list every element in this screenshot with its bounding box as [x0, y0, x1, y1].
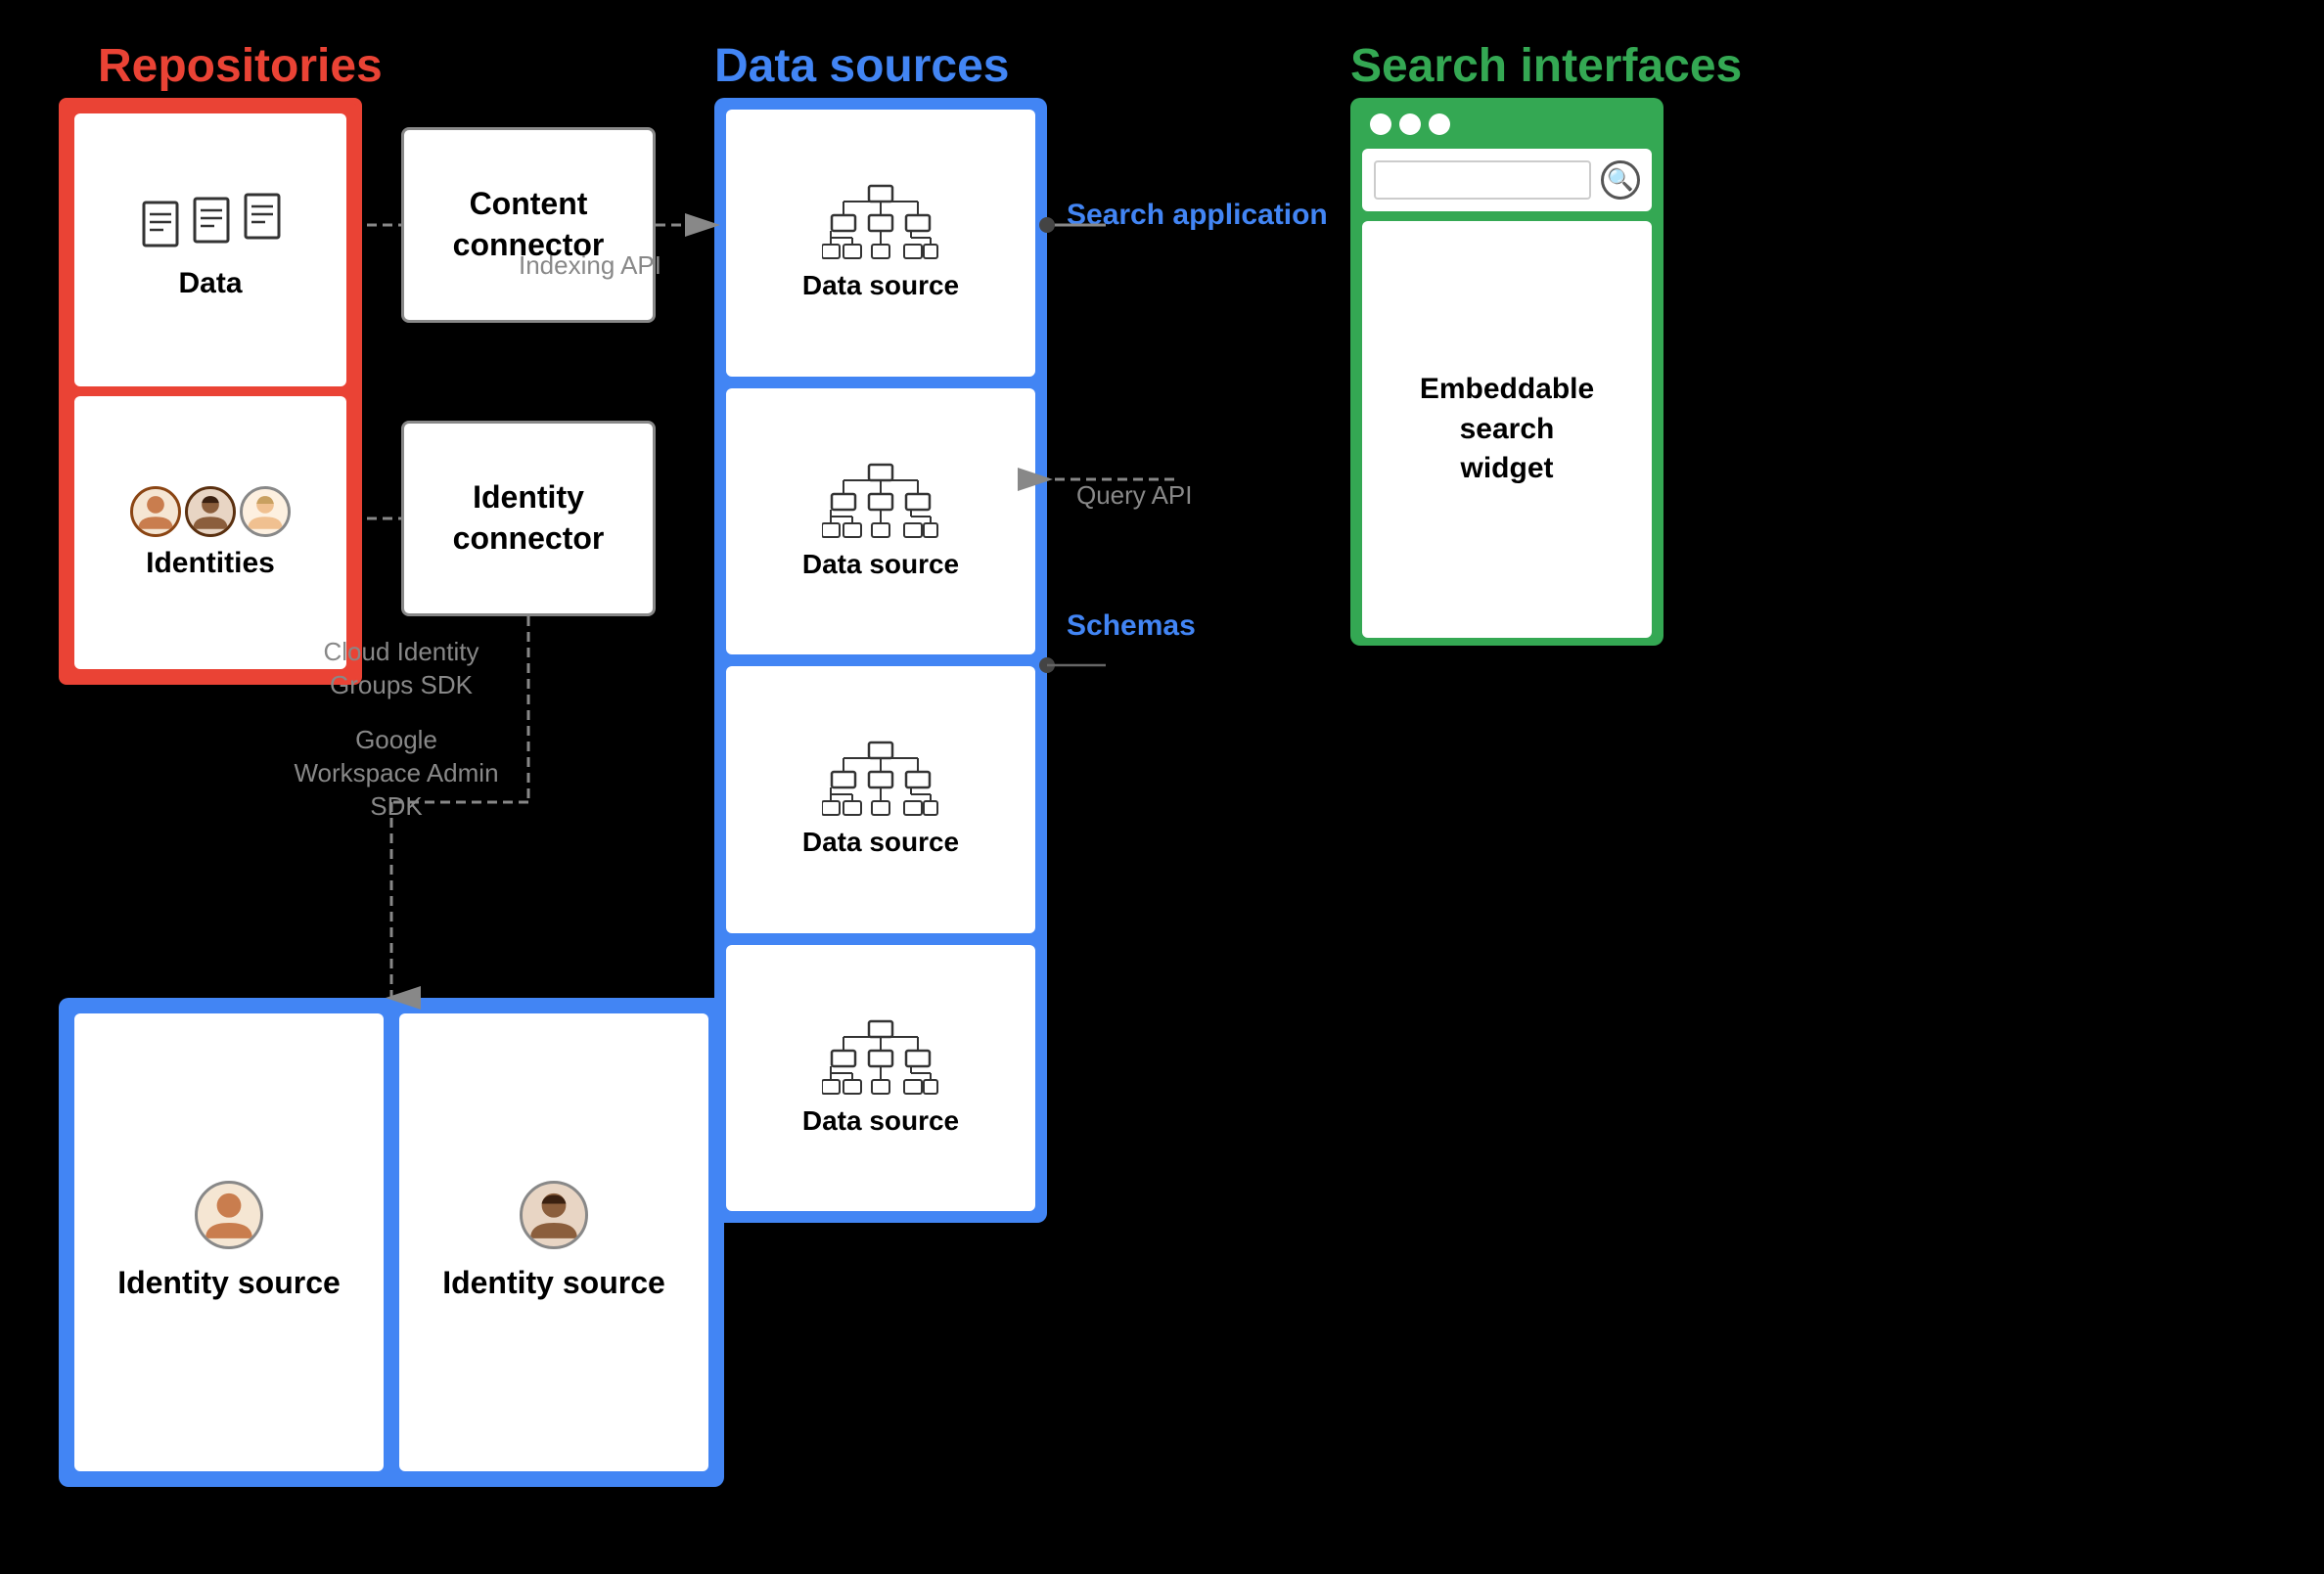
identity-source-person-1 [195, 1181, 263, 1249]
identity-connector-box: Identity connector [401, 421, 656, 616]
datasource-box-3-label: Data source [802, 827, 959, 858]
search-icon: 🔍 [1601, 160, 1640, 200]
identity-icons [130, 486, 291, 537]
doc-icon-1 [140, 201, 187, 257]
google-workspace-label: Google Workspace Admin SDK [289, 724, 504, 823]
identity-connector-label: Identity connector [404, 477, 653, 559]
query-api-label: Query API [1076, 479, 1193, 513]
embeddable-label: Embeddablesearchwidget [1420, 370, 1594, 489]
search-input-field[interactable] [1374, 160, 1591, 200]
identity-source-box-2: Identity source [399, 1013, 708, 1471]
identity-source-1-label: Identity source [117, 1263, 341, 1304]
diagram-container: Repositories Data sources Search interfa… [0, 0, 2324, 1574]
datasource-box-3: Data source [726, 666, 1035, 933]
person-icon-2 [185, 486, 236, 537]
traffic-dot-1 [1370, 113, 1391, 135]
search-application-label: Search application [1067, 196, 1328, 234]
identity-source-box-1: Identity source [74, 1013, 384, 1471]
schemas-label: Schemas [1067, 607, 1196, 645]
indexing-api-label: Indexing API [519, 249, 661, 283]
datasource-box-4-label: Data source [802, 1105, 959, 1137]
embeddable-search-widget-box: Embeddablesearchwidget [1362, 221, 1652, 638]
search-top-bar [1362, 110, 1652, 139]
doc-icon-2 [187, 193, 234, 249]
repositories-box: Data [59, 98, 362, 685]
datasource-box-1: Data source [726, 110, 1035, 377]
person-icon-1 [130, 486, 181, 537]
datasource-box-4: Data source [726, 945, 1035, 1212]
traffic-dot-3 [1429, 113, 1450, 135]
org-chart-icon-3 [822, 741, 939, 819]
search-bar-box: 🔍 [1362, 149, 1652, 211]
org-chart-icon-1 [822, 184, 939, 262]
traffic-dot-2 [1399, 113, 1421, 135]
datasource-box-2: Data source [726, 388, 1035, 655]
datasource-box-1-label: Data source [802, 270, 959, 301]
data-icons [140, 201, 281, 257]
identities-box-label: Identities [146, 547, 275, 580]
data-box-label: Data [178, 267, 242, 300]
org-chart-icon-4 [822, 1019, 939, 1098]
identities-box: Identities [74, 396, 346, 669]
cloud-identity-label: Cloud Identity Groups SDK [303, 636, 499, 702]
section-label-datasources: Data sources [714, 39, 1009, 93]
data-box: Data [74, 113, 346, 386]
search-interfaces-box: 🔍 Embeddablesearchwidget [1350, 98, 1663, 646]
identity-source-person-2 [520, 1181, 588, 1249]
content-connector-box: Content connector [401, 127, 656, 323]
person-icon-3 [240, 486, 291, 537]
identity-sources-box: Identity source Identity source [59, 998, 724, 1487]
section-label-repositories: Repositories [98, 39, 383, 93]
datasource-box-2-label: Data source [802, 549, 959, 580]
doc-icon-3 [234, 185, 281, 242]
datasources-column: Data source [714, 98, 1047, 1223]
section-label-searchinterfaces: Search interfaces [1350, 39, 1742, 93]
org-chart-icon-2 [822, 463, 939, 541]
identity-source-2-label: Identity source [442, 1263, 665, 1304]
